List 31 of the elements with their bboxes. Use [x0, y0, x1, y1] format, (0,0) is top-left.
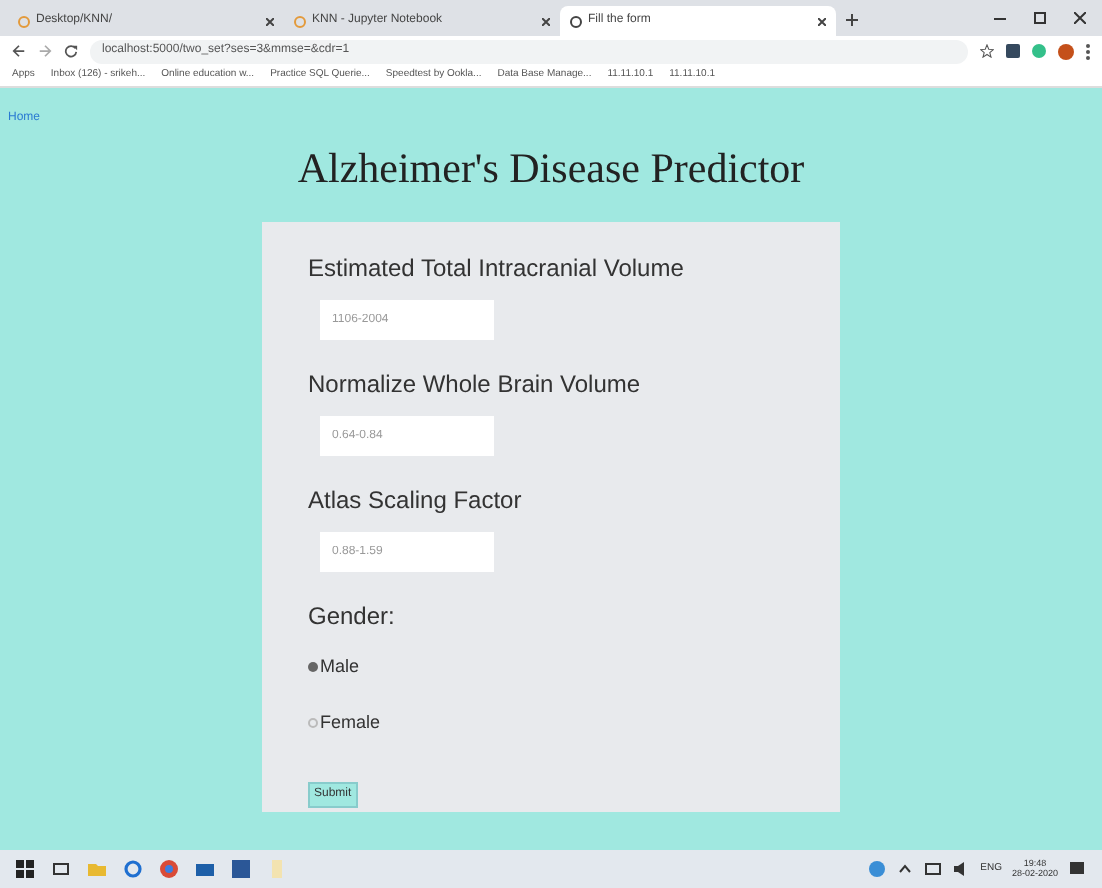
radio-label: Female — [320, 709, 381, 735]
maximize-icon[interactable] — [1034, 12, 1046, 24]
field-label: Normalize Whole Brain Volume — [308, 368, 643, 402]
app-tray-icon[interactable] — [868, 860, 887, 878]
star-icon[interactable] — [980, 44, 994, 58]
radio-button[interactable] — [308, 662, 318, 673]
radio-label: Male — [320, 654, 360, 680]
new-tab-icon[interactable] — [846, 14, 858, 26]
back-icon[interactable] — [12, 44, 26, 58]
close-icon[interactable] — [818, 17, 826, 25]
network-icon[interactable] — [924, 860, 943, 878]
tab-favicon-icon — [570, 15, 582, 27]
minimize-icon[interactable] — [994, 17, 1006, 19]
notification-icon[interactable] — [1068, 860, 1086, 878]
reload-icon[interactable] — [64, 44, 78, 58]
mail-icon[interactable] — [196, 860, 214, 878]
radio-button[interactable] — [308, 717, 318, 728]
avatar-icon[interactable] — [1058, 43, 1074, 59]
close-icon[interactable] — [266, 17, 274, 25]
tab-favicon-icon — [294, 15, 306, 27]
task-view-icon[interactable] — [52, 860, 70, 878]
field-label: Estimated Total Intracranial Volume — [308, 252, 686, 286]
close-icon[interactable] — [1074, 12, 1086, 24]
caret-icon[interactable] — [896, 860, 915, 878]
tab-favicon-icon — [18, 15, 30, 27]
field-label: Atlas Scaling Factor — [308, 484, 524, 518]
windows-icon[interactable] — [16, 860, 34, 878]
page-title: Alzheimer's Disease Predictor — [297, 144, 805, 195]
browser-icon[interactable] — [124, 860, 142, 878]
gender-label: Gender: — [308, 600, 397, 634]
close-icon[interactable] — [542, 17, 550, 25]
